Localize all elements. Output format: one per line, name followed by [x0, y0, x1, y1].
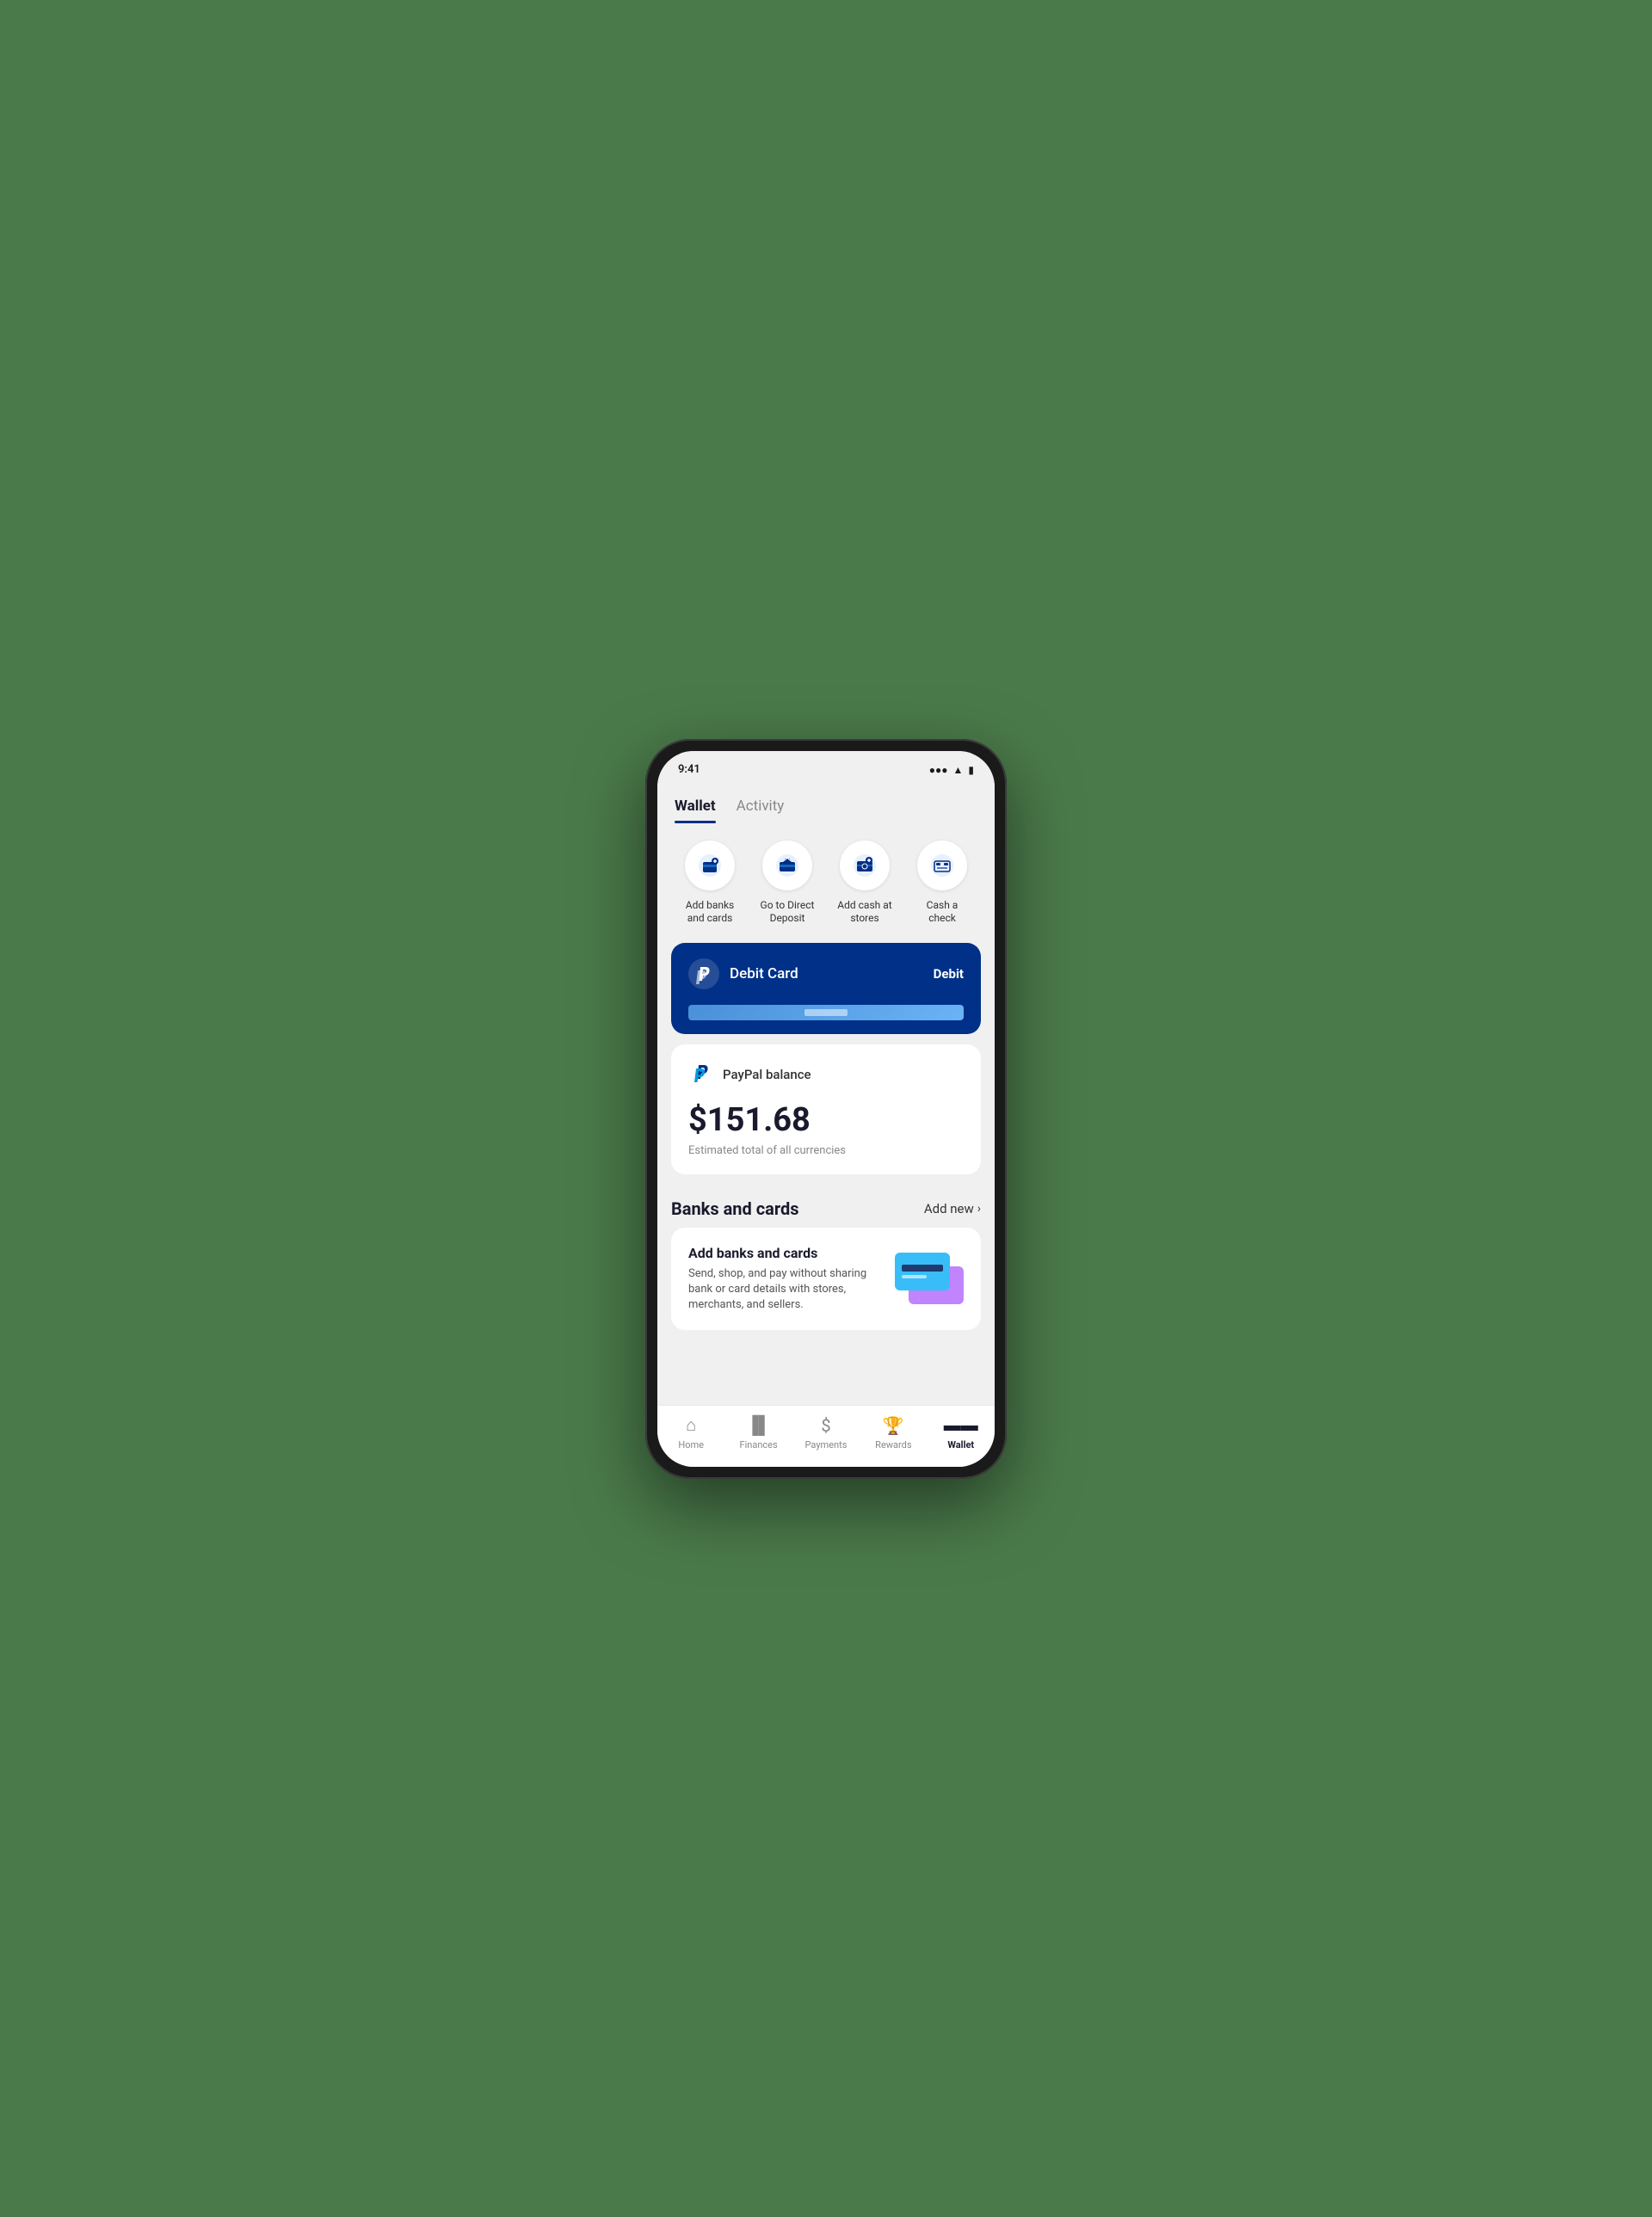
- finances-icon: ▐▌: [746, 1414, 770, 1436]
- cash-check-icon: [930, 853, 954, 878]
- nav-rewards[interactable]: 🏆 Rewards: [869, 1415, 917, 1450]
- tab-activity[interactable]: Activity: [737, 789, 785, 823]
- bottom-nav: ⌂ Home ▐▌ Finances $ Payments 🏆 Rewards …: [657, 1405, 995, 1467]
- action-icon-add-banks-circle: [685, 841, 735, 890]
- nav-wallet[interactable]: ▬▬ Wallet: [937, 1414, 985, 1450]
- card-stripe-dark: [902, 1265, 943, 1272]
- add-new-label: Add new: [924, 1201, 974, 1216]
- phone-screen: 9:41 ●●● ▲ ▮ Wallet Activity: [657, 751, 995, 1467]
- debit-badge: Debit: [934, 966, 964, 982]
- tab-wallet[interactable]: Wallet: [675, 789, 716, 823]
- phone-device: 9:41 ●●● ▲ ▮ Wallet Activity: [645, 739, 1007, 1479]
- action-label-add-banks: Add banks and cards: [680, 899, 740, 926]
- add-banks-icon: [698, 853, 722, 878]
- card-front-visual: [895, 1253, 950, 1290]
- balance-section[interactable]: PayPal balance $151.68 Estimated total o…: [671, 1044, 981, 1174]
- debit-card-header: Debit Card Debit: [671, 943, 981, 1005]
- rewards-icon: 🏆: [883, 1415, 904, 1436]
- banks-section-header: Banks and cards Add new ›: [657, 1185, 995, 1228]
- action-label-direct-deposit: Go to Direct Deposit: [757, 899, 817, 926]
- paypal-logo-balance: [688, 1062, 714, 1087]
- nav-home[interactable]: ⌂ Home: [667, 1414, 715, 1450]
- chevron-right-icon: ›: [977, 1202, 981, 1216]
- direct-deposit-icon: [775, 853, 799, 878]
- banks-card-text: Add banks and cards Send, shop, and pay …: [688, 1245, 881, 1314]
- balance-label: PayPal balance: [723, 1067, 811, 1082]
- wallet-icon: ▬▬: [944, 1414, 978, 1436]
- add-cash-icon: [853, 853, 877, 878]
- payments-icon: $: [821, 1415, 830, 1436]
- action-icon-direct-deposit-circle: [762, 841, 812, 890]
- debit-card-left: Debit Card: [688, 958, 798, 989]
- nav-payments[interactable]: $ Payments: [802, 1415, 850, 1450]
- nav-finances[interactable]: ▐▌ Finances: [735, 1414, 783, 1450]
- signal-icon: ●●●: [929, 764, 948, 776]
- action-add-cash[interactable]: Add cash at stores: [835, 841, 895, 926]
- add-new-button[interactable]: Add new ›: [924, 1201, 981, 1216]
- action-cash-check[interactable]: Cash a check: [912, 841, 972, 926]
- balance-subtitle: Estimated total of all currencies: [688, 1144, 964, 1157]
- nav-wallet-label: Wallet: [947, 1439, 974, 1450]
- nav-home-label: Home: [678, 1439, 704, 1450]
- banks-section-title: Banks and cards: [671, 1198, 799, 1219]
- action-label-cash-check: Cash a check: [912, 899, 972, 926]
- nav-payments-label: Payments: [805, 1439, 848, 1450]
- debit-card-section[interactable]: Debit Card Debit: [671, 943, 981, 1034]
- card-stripe-light: [902, 1275, 927, 1278]
- quick-actions-row: Add banks and cards Go t: [657, 823, 995, 943]
- status-bar: 9:41 ●●● ▲ ▮: [657, 751, 995, 789]
- nav-finances-label: Finances: [740, 1439, 778, 1450]
- action-add-banks[interactable]: Add banks and cards: [680, 841, 740, 926]
- status-icons: ●●● ▲ ▮: [929, 764, 974, 776]
- banks-card-title: Add banks and cards: [688, 1245, 881, 1261]
- nav-rewards-label: Rewards: [875, 1439, 911, 1450]
- paypal-logo-debit: [688, 958, 719, 989]
- action-label-add-cash: Add cash at stores: [835, 899, 895, 926]
- debit-card-title: Debit Card: [730, 965, 798, 982]
- balance-header: PayPal balance: [688, 1062, 964, 1087]
- banks-card[interactable]: Add banks and cards Send, shop, and pay …: [671, 1228, 981, 1331]
- main-content: Add banks and cards Go t: [657, 823, 995, 1405]
- wifi-icon: ▲: [953, 764, 964, 776]
- action-icon-cash-check-circle: [917, 841, 967, 890]
- banks-card-desc: Send, shop, and pay without sharing bank…: [688, 1266, 881, 1314]
- action-icon-add-cash-circle: [840, 841, 890, 890]
- status-time: 9:41: [678, 763, 700, 776]
- battery-icon: ▮: [968, 764, 974, 776]
- cards-illustration: [895, 1253, 964, 1304]
- tab-bar: Wallet Activity: [657, 789, 995, 823]
- card-visual-strip: [688, 1005, 964, 1020]
- home-icon: ⌂: [686, 1414, 696, 1436]
- balance-amount: $151.68: [688, 1101, 964, 1139]
- action-direct-deposit[interactable]: Go to Direct Deposit: [757, 841, 817, 926]
